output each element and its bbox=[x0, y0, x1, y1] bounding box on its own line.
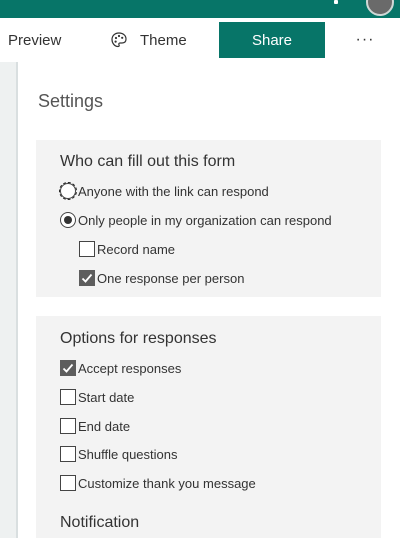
options-for-responses-section: Options for responses Accept responses S… bbox=[36, 316, 381, 538]
one-response-label: One response per person bbox=[97, 270, 245, 286]
end-date-label: End date bbox=[78, 418, 131, 434]
preview-label: Preview bbox=[8, 31, 62, 49]
shuffle-questions-label: Shuffle questions bbox=[78, 446, 178, 462]
settings-panel: Settings Who can fill out this form Anyo… bbox=[16, 62, 400, 538]
palette-icon bbox=[111, 32, 127, 48]
one-response-checkbox[interactable] bbox=[79, 270, 95, 286]
preview-button[interactable]: Preview bbox=[8, 18, 61, 62]
start-date-label: Start date bbox=[78, 389, 135, 405]
accept-responses-checkbox[interactable] bbox=[60, 360, 76, 376]
theme-label: Theme bbox=[140, 31, 187, 49]
customize-thank-you-label: Customize thank you message bbox=[78, 475, 256, 491]
responses-section-title: Options for responses bbox=[60, 330, 217, 347]
checkmark-icon bbox=[62, 363, 74, 373]
notification-icon[interactable] bbox=[334, 0, 338, 4]
checkbox-shuffle-questions[interactable]: Shuffle questions bbox=[60, 444, 178, 464]
checkbox-end-date[interactable]: End date bbox=[60, 416, 130, 436]
settings-title: Settings bbox=[38, 91, 104, 111]
who-section-title: Who can fill out this form bbox=[60, 153, 236, 170]
more-options-button[interactable]: ··· bbox=[352, 18, 378, 62]
record-name-label: Record name bbox=[97, 241, 176, 257]
customize-thank-you-checkbox[interactable] bbox=[60, 475, 76, 491]
radio-anyone-control[interactable] bbox=[59, 182, 77, 200]
record-name-checkbox[interactable] bbox=[79, 241, 95, 257]
start-date-checkbox[interactable] bbox=[60, 389, 76, 405]
checkbox-start-date[interactable]: Start date bbox=[60, 387, 134, 407]
checkmark-icon bbox=[81, 273, 93, 283]
checkbox-record-name[interactable]: Record name bbox=[79, 239, 175, 259]
share-button[interactable]: Share bbox=[219, 22, 325, 58]
shuffle-questions-checkbox[interactable] bbox=[60, 446, 76, 462]
radio-organization-control[interactable] bbox=[60, 212, 76, 228]
more-icon: ··· bbox=[355, 31, 375, 48]
form-toolbar: Preview Theme Share ··· bbox=[0, 18, 400, 62]
accept-responses-label: Accept responses bbox=[78, 360, 182, 376]
avatar[interactable] bbox=[366, 0, 394, 16]
end-date-checkbox[interactable] bbox=[60, 418, 76, 434]
checkbox-accept-responses[interactable]: Accept responses bbox=[60, 358, 181, 378]
radio-anyone[interactable]: Anyone with the link can respond bbox=[59, 181, 269, 201]
who-can-fill-section: Who can fill out this form Anyone with t… bbox=[36, 140, 381, 297]
theme-button[interactable]: Theme bbox=[110, 18, 187, 62]
radio-anyone-label: Anyone with the link can respond bbox=[78, 183, 269, 199]
settings-canvas: Settings Who can fill out this form Anyo… bbox=[0, 62, 400, 538]
checkbox-customize-thank-you[interactable]: Customize thank you message bbox=[60, 473, 256, 493]
checkbox-one-response[interactable]: One response per person bbox=[79, 268, 244, 288]
radio-organization-label: Only people in my organization can respo… bbox=[78, 212, 332, 228]
radio-organization[interactable]: Only people in my organization can respo… bbox=[60, 210, 332, 230]
app-header-bar bbox=[0, 0, 400, 18]
share-label: Share bbox=[251, 31, 293, 49]
notification-title: Notification bbox=[60, 514, 140, 531]
